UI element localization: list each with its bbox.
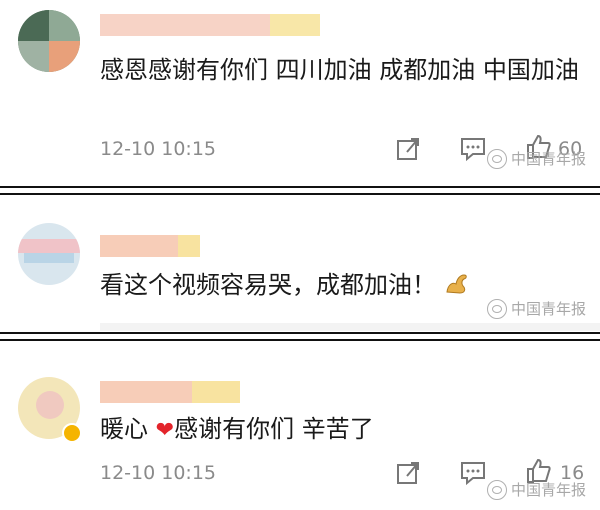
share-icon[interactable] xyxy=(395,136,421,162)
comment-time: 12-10 10:15 xyxy=(100,462,217,484)
share-icon[interactable] xyxy=(395,460,421,486)
flexed-biceps-emoji xyxy=(446,274,467,294)
username-blurred[interactable] xyxy=(100,235,200,257)
divider xyxy=(0,186,600,188)
comment-icon[interactable] xyxy=(460,136,486,162)
divider xyxy=(0,332,600,334)
avatar[interactable] xyxy=(18,223,80,285)
verified-badge-icon xyxy=(62,423,82,443)
username-blurred[interactable] xyxy=(100,14,320,36)
avatar[interactable] xyxy=(18,10,80,72)
username-blurred[interactable] xyxy=(100,381,240,403)
next-row-hint xyxy=(100,323,600,331)
comment-text: 暖心 ❤感谢有你们 辛苦了 xyxy=(100,409,580,451)
comment-card-3: 暖心 ❤感谢有你们 辛苦了 12-10 10:15 16 中国青年报 xyxy=(0,341,600,510)
watermark: 中国青年报 xyxy=(486,298,586,319)
comment-text: 感恩感谢有你们 四川加油 成都加油 中国加油 xyxy=(100,56,579,84)
red-heart-emoji: ❤ xyxy=(155,418,175,443)
watermark-logo-icon xyxy=(486,298,507,319)
comment-card-1: 感恩感谢有你们 四川加油 成都加油 中国加油 12-10 10:15 60 中国… xyxy=(0,0,600,186)
comment-icon[interactable] xyxy=(460,460,486,486)
comment-card-2: 看这个视频容易哭，成都加油！ 中国青年报 xyxy=(0,195,600,332)
watermark: 中国青年报 xyxy=(486,479,586,500)
watermark-logo-icon xyxy=(486,479,507,500)
watermark-logo-icon xyxy=(486,148,507,169)
watermark: 中国青年报 xyxy=(486,148,586,169)
comment-time: 12-10 10:15 xyxy=(100,138,217,160)
